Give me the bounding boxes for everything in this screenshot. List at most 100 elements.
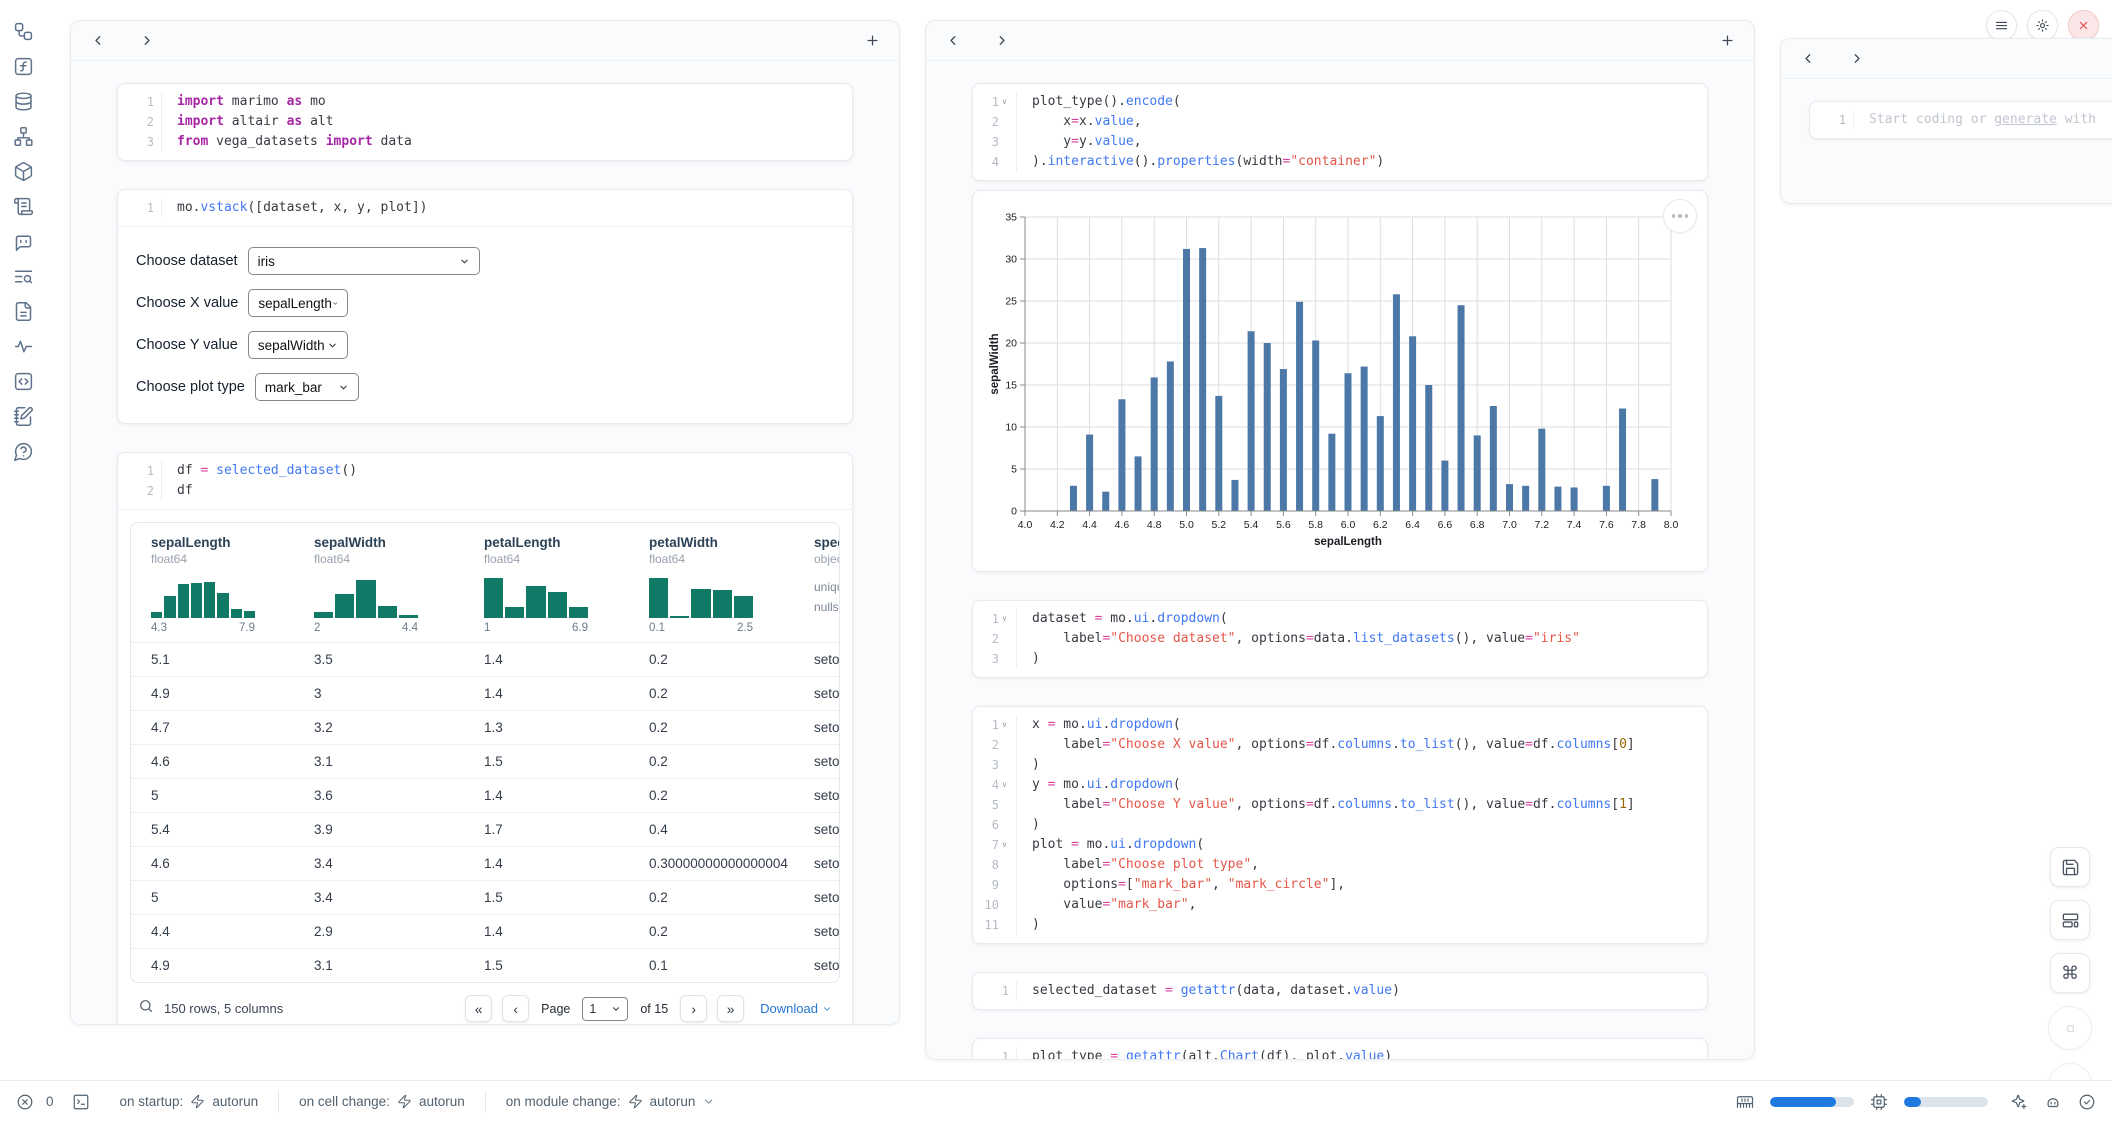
altair-chart-output[interactable]: 051015202530354.04.24.44.64.85.05.25.45.… (972, 190, 1708, 572)
code-editor[interactable]: 1import marimo as mo2import altair as al… (118, 84, 852, 160)
package-icon[interactable] (12, 160, 34, 182)
table-row[interactable]: 5.13.51.40.2setosa (131, 643, 839, 677)
dropdown-plot-type[interactable]: mark_bar (255, 373, 359, 401)
table-cell: 3.9 (294, 813, 464, 846)
shutdown-button[interactable] (2068, 10, 2099, 41)
add-cell-icon[interactable] (1718, 32, 1736, 50)
bar (1312, 340, 1319, 511)
bot-chat-icon[interactable] (12, 230, 34, 252)
table-row[interactable]: 4.73.21.30.2setosa (131, 711, 839, 745)
menu-button[interactable] (1986, 10, 2017, 41)
last-page-button[interactable]: » (717, 995, 744, 1022)
code-editor[interactable]: 1Start coding or generate with (1810, 102, 2112, 138)
table-cell: 4.9 (131, 949, 294, 982)
table-cell: 1.4 (464, 643, 629, 676)
column-header[interactable]: sepalLengthfloat644.37.9 (131, 523, 294, 642)
command-icon: ⌘ (2061, 963, 2079, 984)
table-row[interactable]: 4.931.40.2setosa (131, 677, 839, 711)
chevron-right-icon[interactable] (992, 32, 1010, 50)
on-startup-setting[interactable]: on startup: autorun (112, 1094, 267, 1109)
code-snippet-icon[interactable] (12, 370, 34, 392)
terminal-button[interactable] (72, 1093, 90, 1111)
table-row[interactable]: 53.61.40.2setosa (131, 779, 839, 813)
code-editor[interactable]: 1df = selected_dataset()2df (118, 453, 852, 509)
table-cell: 1.7 (464, 813, 629, 846)
column-header[interactable]: sepalWidthfloat6424.4 (294, 523, 464, 642)
layout-button[interactable] (2050, 900, 2090, 940)
svg-text:7.4: 7.4 (1567, 519, 1582, 531)
connection-status-button[interactable] (2078, 1093, 2096, 1111)
prev-page-button[interactable]: ‹ (502, 995, 529, 1022)
table-row[interactable]: 4.42.91.40.2setosa (131, 915, 839, 949)
chevron-left-icon[interactable] (1799, 50, 1817, 68)
function-square-icon[interactable] (12, 55, 34, 77)
list-search-icon[interactable] (12, 265, 34, 287)
workflow-icon[interactable] (12, 20, 34, 42)
table-row[interactable]: 4.63.41.40.30000000000000004setosa (131, 847, 839, 881)
column-header[interactable]: petalLengthfloat6416.9 (464, 523, 629, 642)
table-cell: 4.9 (131, 677, 294, 710)
chevron-left-icon[interactable] (944, 32, 962, 50)
on-cell-change-setting[interactable]: on cell change: autorun (291, 1094, 473, 1109)
cpu-usage-bar (1904, 1097, 1988, 1107)
memory-icon (1736, 1093, 1754, 1111)
notebook-pen-icon[interactable] (12, 405, 34, 427)
table-cell: 5.4 (131, 813, 294, 846)
svg-text:30: 30 (1005, 254, 1017, 266)
help-circle-icon[interactable] (12, 440, 34, 462)
svg-text:5.6: 5.6 (1276, 519, 1291, 531)
table-cell: 3.1 (294, 745, 464, 778)
settings-button[interactable] (2027, 10, 2058, 41)
table-cell: 1.5 (464, 881, 629, 914)
database-icon[interactable] (12, 90, 34, 112)
table-row[interactable]: 53.41.50.2setosa (131, 881, 839, 915)
network-icon[interactable] (12, 125, 34, 147)
document-icon[interactable] (12, 300, 34, 322)
chevron-right-icon[interactable] (137, 32, 155, 50)
table-row[interactable]: 4.63.11.50.2setosa (131, 745, 839, 779)
next-page-button[interactable]: › (680, 995, 707, 1022)
dropdown-y-value[interactable]: sepalWidth (248, 331, 348, 359)
code-editor[interactable]: 1plot_type = getattr(alt.Chart(df), plot… (973, 1039, 1707, 1059)
code-editor[interactable]: 1selected_dataset = getattr(data, datase… (973, 973, 1707, 1009)
ai-sparkles-button[interactable] (2010, 1093, 2028, 1111)
on-module-change-setting[interactable]: on module change: autorun (498, 1094, 724, 1109)
table-row[interactable]: 4.93.11.50.1setosa (131, 949, 839, 982)
svg-text:25: 25 (1005, 296, 1017, 308)
errors-indicator[interactable] (16, 1093, 34, 1111)
bar-chart[interactable]: 051015202530354.04.24.44.64.85.05.25.45.… (987, 205, 1693, 557)
bar (1280, 369, 1287, 511)
first-page-button[interactable]: « (465, 995, 492, 1022)
search-icon[interactable] (138, 998, 154, 1019)
table-row[interactable]: 5.43.91.70.4setosa (131, 813, 839, 847)
bar (1231, 480, 1238, 511)
code-editor[interactable]: 1∨plot_type().encode(2 x=x.value,3 y=y.v… (973, 84, 1707, 180)
bar (1361, 367, 1368, 511)
save-button[interactable] (2050, 847, 2090, 887)
command-palette-button[interactable]: ⌘ (2050, 953, 2090, 993)
scroll-icon[interactable] (12, 195, 34, 217)
stop-button[interactable] (2048, 1006, 2092, 1050)
code-editor[interactable]: 1∨x = mo.ui.dropdown(2 label="Choose X v… (973, 707, 1707, 943)
code-line: 3 y=y.value, (973, 132, 1707, 152)
table-cell: setosa (794, 949, 840, 982)
code-editor[interactable]: 1mo.vstack([dataset, x, y, plot]) (118, 190, 852, 226)
column-header[interactable]: petalWidthfloat640.12.5 (629, 523, 794, 642)
add-cell-icon[interactable] (863, 32, 881, 50)
activity-icon[interactable] (12, 335, 34, 357)
svg-text:15: 15 (1005, 380, 1017, 392)
floating-actions: ⌘ (2048, 847, 2092, 1107)
copilot-button[interactable] (2044, 1093, 2062, 1111)
page-select[interactable]: 1 (582, 997, 628, 1021)
chart-menu-button[interactable] (1663, 199, 1697, 233)
download-button[interactable]: Download (760, 1001, 832, 1016)
svg-text:4.0: 4.0 (1018, 519, 1033, 531)
table-cell: 5.1 (131, 643, 294, 676)
chevron-down-icon (702, 1095, 715, 1108)
dropdown-x-value[interactable]: sepalLength (248, 289, 348, 317)
chevron-left-icon[interactable] (89, 32, 107, 50)
dropdown-dataset[interactable]: iris (248, 247, 480, 275)
code-editor[interactable]: 1∨dataset = mo.ui.dropdown(2 label="Choo… (973, 601, 1707, 677)
chevron-right-icon[interactable] (1847, 50, 1865, 68)
column-header[interactable]: speciesobjectunique:nulls: (794, 523, 840, 642)
